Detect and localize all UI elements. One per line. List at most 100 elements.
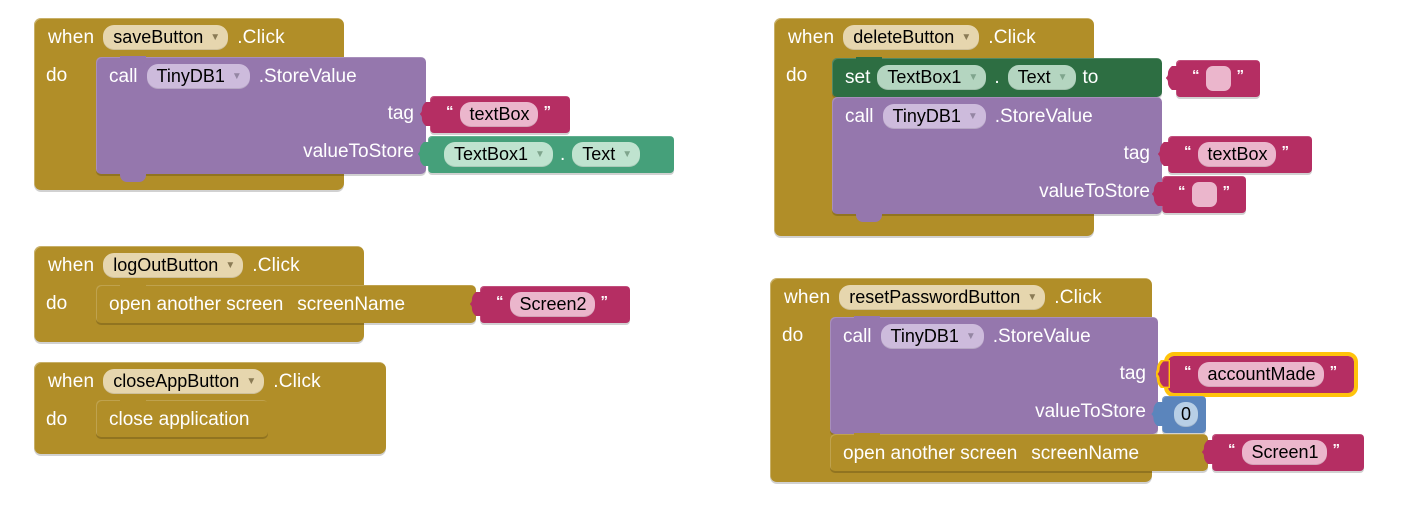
- component-name: logOutButton: [113, 254, 219, 275]
- control-block-open-another-screen-1[interactable]: open another screen screenName: [96, 284, 476, 323]
- property-name: Text: [1017, 66, 1051, 87]
- top-notch: [120, 284, 146, 293]
- call-keyword: call: [843, 325, 872, 347]
- text-value-field[interactable]: Screen1: [1241, 440, 1327, 465]
- param-label-valuetostore: valueToStore: [303, 141, 414, 162]
- param-label-screenname: screenName: [297, 293, 406, 315]
- chevron-down-icon: ▼: [965, 331, 976, 342]
- component-dropdown-resetpasswordbutton[interactable]: resetPasswordButton ▼: [839, 285, 1046, 310]
- chevron-down-icon: ▼: [231, 71, 242, 82]
- param-label-valuetostore: valueToStore: [1035, 401, 1146, 422]
- call-header: call TinyDB1 ▼ .StoreValue: [832, 97, 1162, 136]
- chevron-down-icon: ▼: [961, 32, 972, 43]
- call-header: call TinyDB1 ▼ .StoreValue: [96, 57, 426, 96]
- param-label-valuetostore: valueToStore: [1039, 181, 1150, 202]
- text-value-field[interactable]: Screen2: [509, 292, 595, 317]
- quote-open-icon: “: [1184, 143, 1192, 160]
- left-plug: [1158, 142, 1170, 166]
- component-dropdown-textbox1[interactable]: TextBox1 ▼: [444, 142, 553, 167]
- chevron-down-icon: ▼: [968, 72, 979, 83]
- event-header: when saveButton ▼ .Click: [34, 18, 344, 57]
- text-value-field[interactable]: textBox: [1197, 142, 1276, 167]
- component-dropdown-savebutton[interactable]: saveButton ▼: [103, 25, 229, 50]
- method-name: .StoreValue: [258, 65, 357, 87]
- number-value-field[interactable]: 0: [1173, 402, 1198, 427]
- dot-separator: .: [559, 143, 566, 165]
- control-label: open another screen: [109, 293, 284, 315]
- when-keyword: when: [788, 26, 835, 48]
- property-dropdown-text[interactable]: Text ▼: [1007, 65, 1076, 90]
- method-name: .StoreValue: [992, 325, 1091, 347]
- component-dropdown-tinydb1[interactable]: TinyDB1 ▼: [882, 104, 986, 129]
- component-dropdown-closeappbutton[interactable]: closeAppButton ▼: [103, 369, 265, 394]
- text-value-field[interactable]: accountMade: [1197, 362, 1324, 387]
- chevron-down-icon: ▼: [246, 376, 257, 387]
- quote-open-icon: “: [1192, 67, 1200, 84]
- text-value-field[interactable]: textBox: [459, 102, 538, 127]
- do-keyword: do: [786, 65, 808, 86]
- component-dropdown-logoutbutton[interactable]: logOutButton ▼: [103, 253, 244, 278]
- component-dropdown-deletebutton[interactable]: deleteButton ▼: [843, 25, 980, 50]
- top-notch: [854, 316, 880, 325]
- quote-open-icon: “: [1184, 363, 1192, 380]
- do-keyword: do: [46, 293, 68, 314]
- text-block-textbox-2[interactable]: “ textBox ”: [1158, 136, 1312, 173]
- setter-block-textbox1-text[interactable]: set TextBox1 ▼ . Text ▼ to: [832, 57, 1162, 97]
- call-block-tinydb1-storevalue-3[interactable]: call TinyDB1 ▼ .StoreValue tag valueToSt…: [830, 316, 1158, 442]
- do-keyword: do: [46, 409, 68, 430]
- quote-close-icon: ”: [600, 293, 609, 310]
- component-name: closeAppButton: [113, 370, 240, 391]
- text-block-empty-2[interactable]: “ ”: [1152, 176, 1246, 213]
- event-name: .Click: [252, 254, 300, 276]
- control-block-close-application[interactable]: close application: [96, 399, 268, 437]
- component-name: TinyDB1: [890, 325, 959, 346]
- event-name: .Click: [988, 26, 1036, 48]
- quote-close-icon: ”: [1222, 183, 1231, 200]
- quote-open-icon: “: [446, 103, 454, 120]
- quote-close-icon: ”: [1281, 143, 1290, 160]
- quote-open-icon: “: [1178, 183, 1186, 200]
- number-block-zero[interactable]: 0: [1151, 396, 1206, 433]
- quote-open-icon: “: [1228, 441, 1236, 458]
- left-plug: [1166, 66, 1178, 90]
- when-keyword: when: [48, 370, 95, 392]
- do-label-wrapper: do: [34, 401, 80, 431]
- event-header: when deleteButton ▼ .Click: [774, 18, 1094, 57]
- text-value-field[interactable]: [1205, 66, 1231, 91]
- param-label-tag: tag: [1123, 143, 1150, 164]
- component-dropdown-tinydb1[interactable]: TinyDB1 ▼: [880, 324, 984, 349]
- text-value-field[interactable]: [1191, 182, 1217, 207]
- control-block-open-another-screen-2[interactable]: open another screen screenName: [830, 433, 1208, 471]
- call-block-tinydb1-storevalue-1[interactable]: call TinyDB1 ▼ .StoreValue tag valueToSt…: [96, 56, 426, 182]
- text-block-textbox-1[interactable]: “ textBox ”: [420, 96, 570, 133]
- component-name: TextBox1: [454, 143, 529, 164]
- control-label: close application: [109, 408, 250, 430]
- chevron-down-icon: ▼: [622, 149, 633, 160]
- getter-block-textbox1-text[interactable]: TextBox1 ▼ . Text ▼: [418, 136, 674, 173]
- text-block-screen1[interactable]: “ Screen1 ”: [1202, 434, 1364, 471]
- left-plug: [1152, 182, 1164, 206]
- blocks-workspace[interactable]: when saveButton ▼ .Click do call TinyDB1…: [0, 0, 1420, 524]
- component-dropdown-textbox1[interactable]: TextBox1 ▼: [877, 65, 987, 90]
- method-name: .StoreValue: [994, 105, 1093, 127]
- call-block-tinydb1-storevalue-2[interactable]: call TinyDB1 ▼ .StoreValue tag valueToSt…: [832, 97, 1162, 222]
- property-dropdown-text[interactable]: Text ▼: [572, 142, 641, 167]
- left-plug: [1156, 360, 1170, 388]
- quote-close-icon: ”: [1236, 67, 1245, 84]
- text-block-accountmade-selected[interactable]: “ accountMade ”: [1156, 352, 1358, 397]
- event-header: when resetPasswordButton ▼ .Click: [770, 278, 1152, 317]
- text-block-empty-1[interactable]: “ ”: [1166, 60, 1260, 97]
- quote-close-icon: ”: [543, 103, 552, 120]
- control-label: open another screen: [843, 442, 1018, 464]
- text-block-screen2[interactable]: “ Screen2 ”: [470, 286, 630, 323]
- event-name: .Click: [273, 370, 321, 392]
- top-notch: [854, 433, 880, 442]
- event-header: when logOutButton ▼ .Click: [34, 246, 364, 285]
- component-name: TinyDB1: [156, 65, 225, 86]
- param-label-tag: tag: [387, 103, 414, 124]
- event-header: when closeAppButton ▼ .Click: [34, 362, 386, 401]
- param-label-tag: tag: [1119, 363, 1146, 384]
- do-keyword: do: [46, 65, 68, 86]
- component-dropdown-tinydb1[interactable]: TinyDB1 ▼: [146, 64, 250, 89]
- chevron-down-icon: ▼: [210, 32, 221, 43]
